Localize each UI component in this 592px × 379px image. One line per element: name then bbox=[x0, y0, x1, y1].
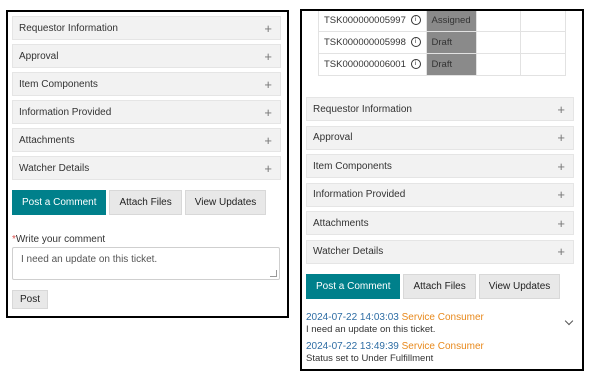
info-icon[interactable]: i bbox=[410, 37, 421, 48]
info-icon[interactable]: i bbox=[410, 59, 421, 70]
section-label: Approval bbox=[19, 50, 59, 62]
left-section-accordion: Requestor Information + Approval + Item … bbox=[12, 16, 281, 184]
section-label: Approval bbox=[313, 132, 353, 143]
task-table: TSK000000005997 i Assigned TSK0000000059… bbox=[318, 11, 566, 76]
task-state-badge: Draft bbox=[425, 53, 477, 76]
comment-field-label: *Write your comment bbox=[12, 234, 105, 245]
plus-icon: + bbox=[557, 187, 565, 202]
task-id[interactable]: TSK000000005997 bbox=[324, 15, 406, 26]
section-label: Information Provided bbox=[19, 106, 112, 118]
empty-cell bbox=[475, 53, 522, 76]
activity-date[interactable]: 2024-07-22 13:49:39 bbox=[306, 341, 399, 352]
section-label: Watcher Details bbox=[19, 162, 90, 174]
empty-cell bbox=[520, 31, 566, 54]
plus-icon: + bbox=[264, 48, 272, 64]
plus-icon: + bbox=[264, 104, 272, 120]
section-watcher-details[interactable]: Watcher Details + bbox=[12, 156, 281, 180]
section-label: Requestor Information bbox=[313, 103, 412, 115]
right-action-buttons: Post a Comment Attach Files View Updates bbox=[306, 274, 561, 299]
activity-date[interactable]: 2024-07-22 14:03:03 bbox=[306, 312, 399, 323]
right-section-accordion: Requestor Information + Approval + Item … bbox=[306, 97, 574, 268]
section-information-provided[interactable]: Information Provided + bbox=[12, 100, 281, 124]
section-label: Information Provided bbox=[313, 189, 406, 200]
section-item-components[interactable]: Item Components + bbox=[12, 72, 281, 96]
section-label: Requestor Information bbox=[19, 22, 118, 34]
task-state-badge: Draft bbox=[425, 31, 477, 54]
activity-user: Service Consumer bbox=[401, 312, 484, 323]
comment-label-text: Write your comment bbox=[15, 234, 106, 245]
section-watcher-details[interactable]: Watcher Details + bbox=[306, 239, 574, 264]
view-updates-button[interactable]: View Updates bbox=[478, 274, 561, 299]
empty-cell bbox=[520, 53, 566, 76]
section-label: Item Components bbox=[313, 160, 392, 172]
table-row[interactable]: TSK000000005997 i Assigned bbox=[318, 11, 566, 32]
section-attachments[interactable]: Attachments + bbox=[306, 211, 574, 235]
plus-icon: + bbox=[264, 160, 272, 176]
activity-text: I need an update on this ticket. bbox=[306, 324, 436, 335]
activity-entry: 2024-07-22 13:49:39 Service Consumer Sta… bbox=[306, 341, 576, 365]
comment-text: I need an update on this ticket. bbox=[21, 254, 158, 265]
table-row[interactable]: TSK000000006001 i Draft bbox=[318, 53, 566, 76]
post-comment-button[interactable]: Post a Comment bbox=[306, 274, 401, 299]
task-state-badge: Assigned bbox=[425, 11, 477, 32]
section-label: Watcher Details bbox=[313, 246, 384, 257]
info-icon[interactable]: i bbox=[410, 15, 421, 26]
plus-icon: + bbox=[264, 20, 272, 36]
plus-icon: + bbox=[557, 215, 565, 231]
activity-stream: 2024-07-22 14:03:03 Service Consumer I n… bbox=[306, 312, 576, 369]
post-button[interactable]: Post bbox=[12, 290, 49, 309]
section-label: Item Components bbox=[19, 78, 98, 90]
activity-meta: 2024-07-22 13:49:39 Service Consumer bbox=[306, 341, 576, 353]
section-approval[interactable]: Approval + bbox=[306, 125, 574, 150]
table-row[interactable]: TSK000000005998 i Draft bbox=[318, 31, 566, 54]
section-label: Attachments bbox=[19, 134, 75, 146]
plus-icon: + bbox=[557, 101, 565, 117]
task-id[interactable]: TSK000000005998 bbox=[324, 37, 406, 48]
resize-handle-icon[interactable] bbox=[270, 270, 277, 277]
plus-icon: + bbox=[557, 158, 565, 174]
section-requestor-information[interactable]: Requestor Information + bbox=[12, 16, 281, 40]
activity-meta: 2024-07-22 14:03:03 Service Consumer bbox=[306, 312, 576, 324]
activity-text: Status set to Under Fulfillment bbox=[306, 353, 434, 364]
section-label: Attachments bbox=[313, 217, 369, 229]
section-approval[interactable]: Approval + bbox=[12, 44, 281, 68]
left-action-buttons: Post a Comment Attach Files View Updates bbox=[12, 190, 267, 215]
left-ticket-panel: Requestor Information + Approval + Item … bbox=[6, 10, 289, 318]
plus-icon: + bbox=[264, 132, 272, 148]
plus-icon: + bbox=[557, 130, 565, 145]
post-comment-button[interactable]: Post a Comment bbox=[12, 190, 107, 215]
task-id[interactable]: TSK000000006001 bbox=[324, 59, 406, 70]
empty-cell bbox=[520, 11, 566, 32]
section-information-provided[interactable]: Information Provided + bbox=[306, 182, 574, 207]
attach-files-button[interactable]: Attach Files bbox=[403, 274, 476, 299]
section-attachments[interactable]: Attachments + bbox=[12, 128, 281, 152]
section-item-components[interactable]: Item Components + bbox=[306, 154, 574, 178]
task-id-cell[interactable]: TSK000000005997 i bbox=[318, 11, 427, 32]
task-id-cell[interactable]: TSK000000005998 i bbox=[318, 31, 427, 54]
empty-cell bbox=[475, 31, 522, 54]
plus-icon: + bbox=[264, 76, 272, 92]
activity-user: Service Consumer bbox=[401, 341, 484, 352]
attach-files-button[interactable]: Attach Files bbox=[109, 190, 182, 215]
activity-entry: 2024-07-22 14:03:03 Service Consumer I n… bbox=[306, 312, 576, 336]
task-id-cell[interactable]: TSK000000006001 i bbox=[318, 53, 427, 76]
view-updates-button[interactable]: View Updates bbox=[184, 190, 267, 215]
plus-icon: + bbox=[557, 244, 565, 259]
section-requestor-information[interactable]: Requestor Information + bbox=[306, 97, 574, 121]
empty-cell bbox=[475, 11, 522, 32]
right-ticket-panel: TSK000000005997 i Assigned TSK0000000059… bbox=[300, 9, 584, 371]
comment-textarea[interactable]: I need an update on this ticket. bbox=[12, 247, 280, 280]
